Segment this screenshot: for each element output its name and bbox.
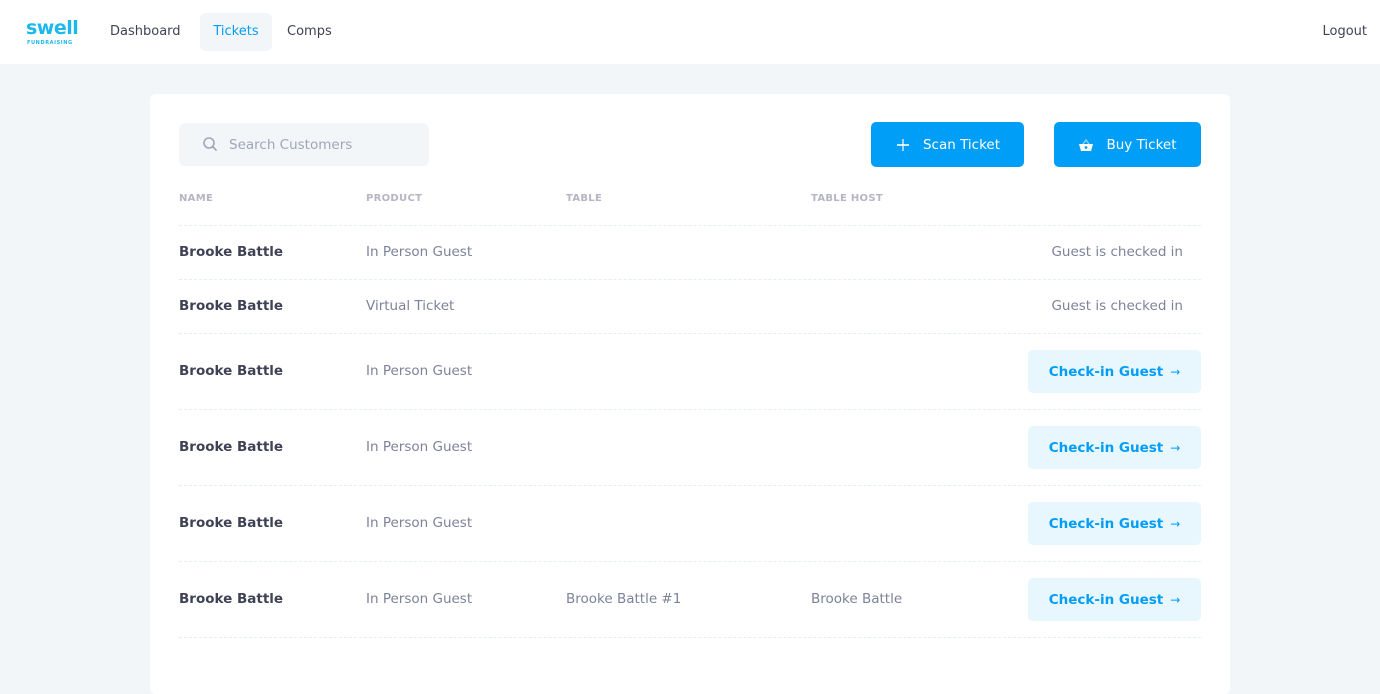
table-row: Brooke Battle In Person Guest Brooke Bat…	[179, 562, 1201, 638]
checked-in-status: Guest is checked in	[1051, 244, 1183, 260]
plus-icon	[896, 138, 909, 151]
table-header: NAME PRODUCT TABLE TABLE HOST	[179, 193, 1201, 226]
customer-name: Brooke Battle	[179, 439, 284, 455]
product-name: Virtual Ticket	[366, 298, 455, 314]
search-input[interactable]	[229, 123, 419, 166]
customer-name: Brooke Battle	[179, 298, 284, 314]
table-row: Brooke Battle In Person Guest Check-in G…	[179, 410, 1201, 486]
swell-logo[interactable]: swell FUNDRAISING	[26, 16, 79, 50]
customer-name: Brooke Battle	[179, 363, 284, 379]
check-in-label: Check-in Guest	[1048, 439, 1164, 456]
check-in-guest-button[interactable]: Check-in Guest →	[1028, 502, 1201, 545]
basket-icon	[1079, 138, 1094, 151]
customer-name: Brooke Battle	[179, 515, 284, 531]
scan-ticket-button[interactable]: Scan Ticket	[871, 122, 1024, 167]
nav-comps[interactable]: Comps	[274, 13, 345, 51]
search-icon	[203, 137, 217, 151]
product-name: In Person Guest	[366, 515, 473, 531]
check-in-guest-button[interactable]: Check-in Guest →	[1028, 426, 1201, 469]
tickets-card: Scan Ticket Buy Ticket NAME PRODUCT TABL…	[150, 94, 1230, 694]
arrow-right-icon: →	[1170, 364, 1181, 379]
top-navbar: swell FUNDRAISING Dashboard Tickets Comp…	[0, 0, 1380, 64]
table-row: Brooke Battle In Person Guest Check-in G…	[179, 334, 1201, 410]
scan-ticket-label: Scan Ticket	[922, 136, 1001, 153]
buy-ticket-label: Buy Ticket	[1106, 136, 1177, 153]
customer-name: Brooke Battle	[179, 591, 284, 607]
product-name: In Person Guest	[366, 439, 473, 455]
product-name: In Person Guest	[366, 591, 473, 607]
check-in-guest-button[interactable]: Check-in Guest →	[1028, 350, 1201, 393]
table-row: Brooke Battle In Person Guest Check-in G…	[179, 486, 1201, 562]
column-header-table: TABLE	[566, 193, 603, 204]
column-header-table-host: TABLE HOST	[811, 193, 883, 204]
search-box[interactable]	[179, 123, 429, 166]
nav-tickets[interactable]: Tickets	[200, 13, 272, 51]
logo-tagline: FUNDRAISING	[27, 40, 73, 46]
column-header-product: PRODUCT	[366, 193, 423, 204]
table-name: Brooke Battle #1	[566, 591, 682, 607]
check-in-label: Check-in Guest	[1048, 363, 1164, 380]
product-name: In Person Guest	[366, 363, 473, 379]
arrow-right-icon: →	[1170, 592, 1181, 607]
check-in-guest-button[interactable]: Check-in Guest →	[1028, 578, 1201, 621]
customer-name: Brooke Battle	[179, 244, 284, 260]
product-name: In Person Guest	[366, 244, 473, 260]
table-host: Brooke Battle	[811, 591, 903, 607]
checked-in-status: Guest is checked in	[1051, 298, 1183, 314]
check-in-label: Check-in Guest	[1048, 515, 1164, 532]
check-in-label: Check-in Guest	[1048, 591, 1164, 608]
arrow-right-icon: →	[1170, 516, 1181, 531]
column-header-name: NAME	[179, 193, 214, 204]
arrow-right-icon: →	[1170, 440, 1181, 455]
table-row: Brooke Battle In Person Guest Guest is c…	[179, 226, 1201, 280]
logout-link[interactable]: Logout	[1322, 13, 1367, 51]
logo-wordmark: swell	[26, 17, 79, 39]
buy-ticket-button[interactable]: Buy Ticket	[1054, 122, 1201, 167]
nav-dashboard[interactable]: Dashboard	[97, 13, 194, 51]
table-row: Brooke Battle Virtual Ticket Guest is ch…	[179, 280, 1201, 334]
